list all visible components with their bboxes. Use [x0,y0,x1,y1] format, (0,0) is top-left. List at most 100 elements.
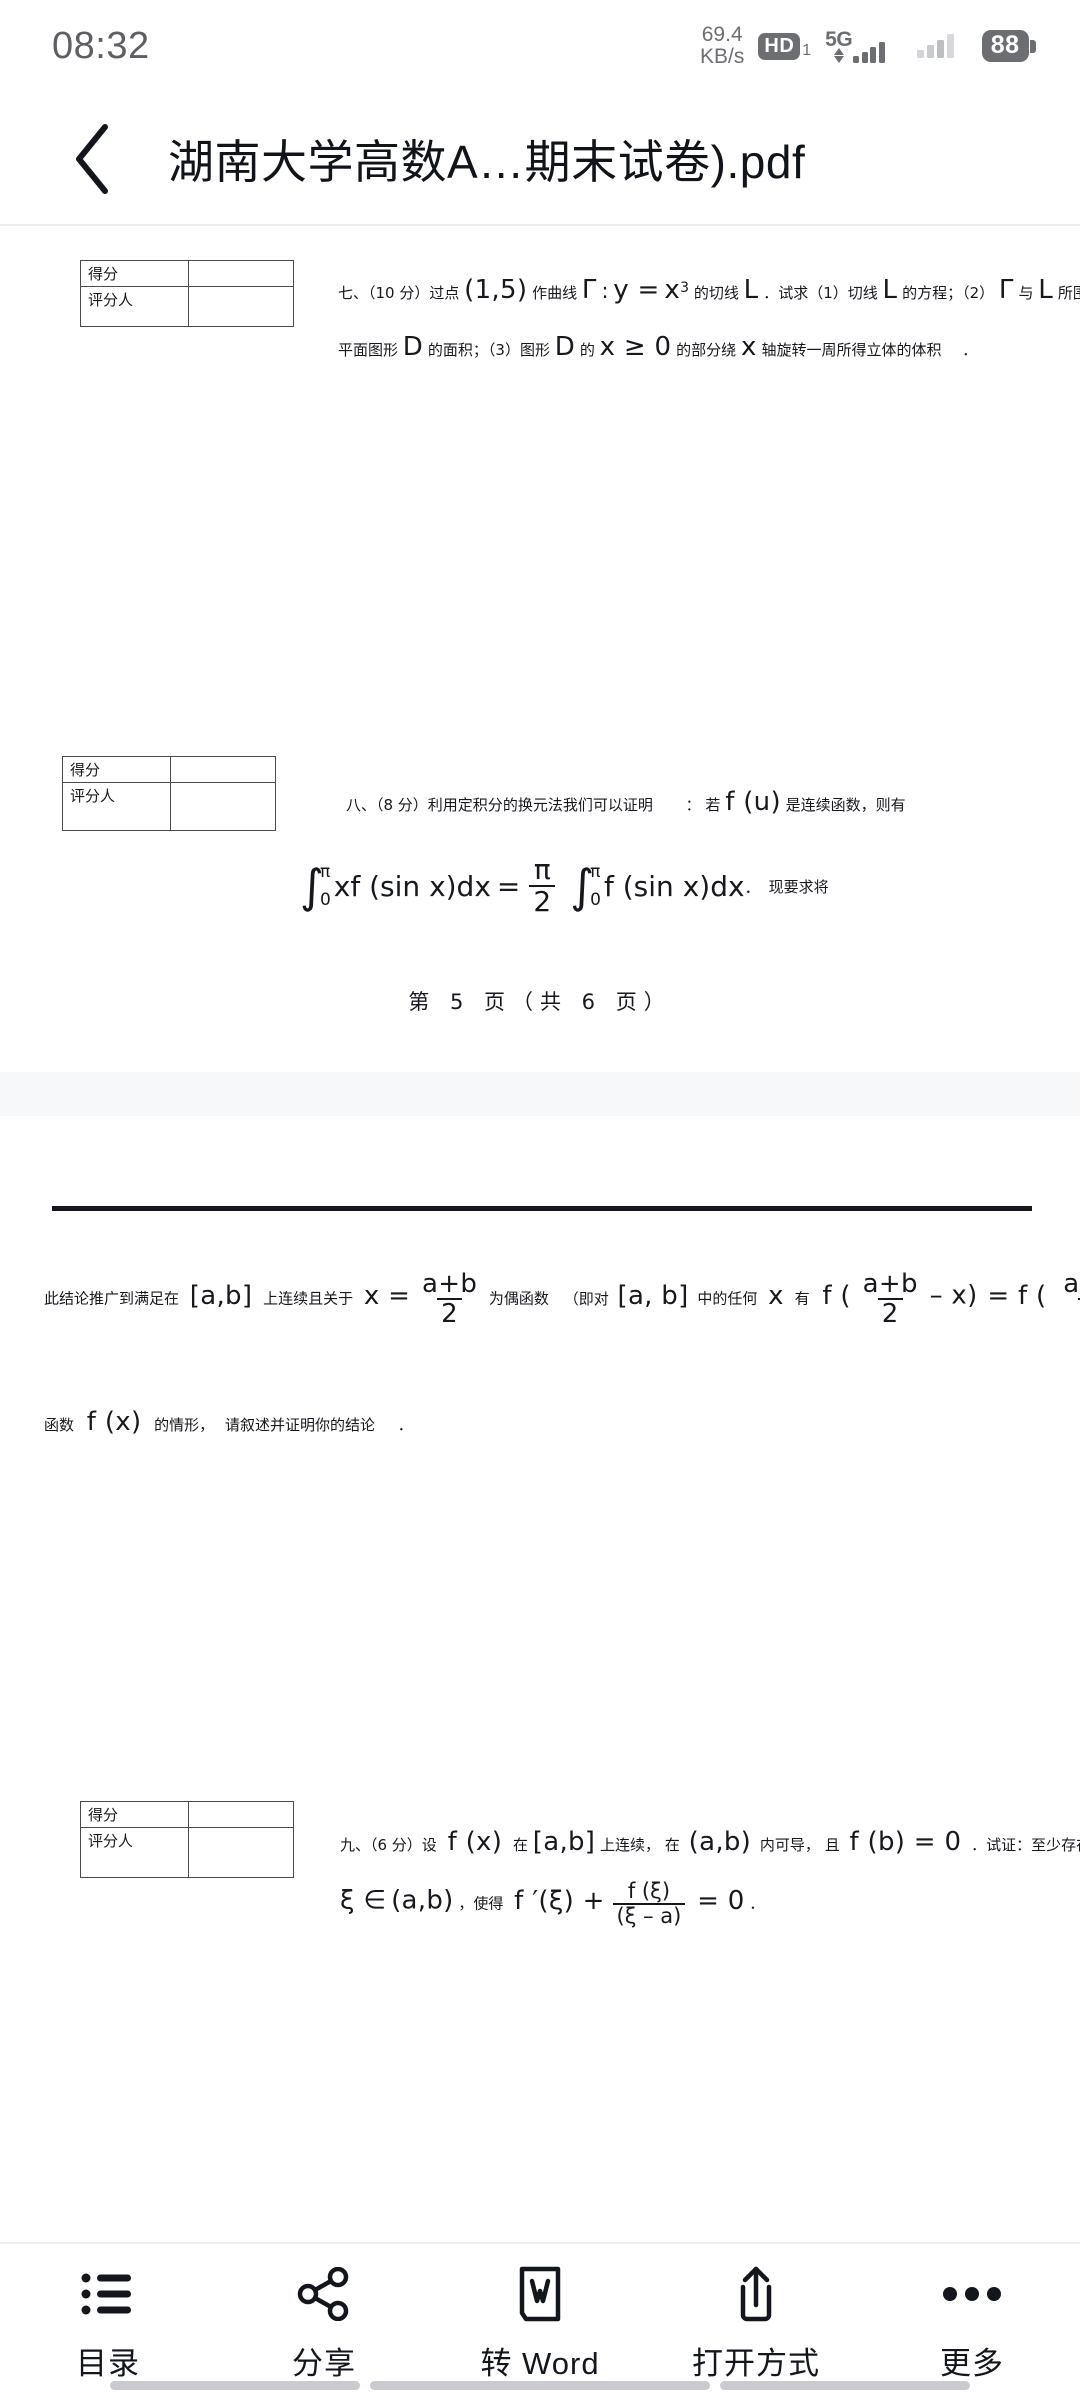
list-icon [81,2266,135,2322]
pl2-p1: 函数 [44,1416,75,1434]
toolbar-label-to-word: 转 Word [480,2346,600,2381]
toolbar-label-more: 更多 [940,2346,1004,2381]
pl1-frac-numerator: a+b [422,1269,478,1299]
q8-ruo: 若 [705,796,721,814]
q8-function-fu: f (u) [725,787,781,817]
score-label: 得分 [80,260,189,287]
table-row: 得分 [80,1801,294,1828]
pl1-var-x: x [768,1280,784,1311]
pl1-fraction: a+b 2 [418,1271,481,1327]
q9-fx: f (x) [447,1827,503,1857]
pl1-interval-2: [a, b] [617,1280,689,1311]
toolbar-item-catalog[interactable]: 目录 [8,2266,208,2383]
q7-colon: : [601,279,609,303]
battery-icon: 88 [981,29,1036,63]
q7-point: (1,5) [464,275,528,305]
toolbar-label-catalog: 目录 [76,2346,140,2381]
navigation-gesture-bar[interactable] [0,2381,1080,2390]
grader-label: 评分人 [62,782,171,831]
battery-tip [1030,39,1036,53]
pl1-p4: （即对 [563,1289,609,1308]
status-bar: 08:32 69.4 KB/s HD 1 5G 88 [0,0,1080,92]
toolbar-item-to-word[interactable]: 转 Word [440,2266,640,2383]
arrow-up-icon [833,48,844,55]
q7-curve-x: x [664,275,681,305]
score-value [170,756,276,783]
grader-label: 评分人 [80,286,189,327]
q7l2-D-1: D [402,332,424,362]
share-icon [297,2266,351,2322]
pl2-period: ． [397,1416,413,1434]
score-value [188,260,294,287]
grader-value [188,286,294,327]
q9-zai-1: 在 [512,1836,528,1854]
integral-1-body: xf (sin x)dx [333,869,491,903]
page-separator [0,1072,1080,1116]
integral-1-upper: π [319,862,331,882]
q7l2-axis: x [740,332,757,362]
score-label: 得分 [62,756,171,783]
pdf-viewer[interactable]: 得分 评分人 七、（10 分）过点 (1,5) 作曲线 Γ : y = x3 的… [0,226,1080,2242]
score-table: 得分 评分人 [80,1801,294,1878]
q9-fb: f (b) = 0 [849,1827,962,1857]
q9-equals-zero: = 0 [697,1885,745,1916]
pl1-p3: 为偶函数 [488,1289,549,1308]
gesture-segment-center[interactable] [370,2381,710,2390]
network-speed-value: 69.4 [701,23,743,47]
page-title: 湖南大学高数A…期末试卷).pdf [168,135,806,188]
chevron-left-icon [76,123,108,194]
gesture-segment-right[interactable] [720,2381,970,2390]
q7l2-suffix: 轴旋转一周所得立体的体积 [761,341,942,359]
pl1-f-open: f ( [822,1280,851,1311]
question-8-formula: ∫ π 0 xf (sin x)dx = π 2 ∫ π 0 f (sin x)… [300,856,829,916]
score-table: 得分 评分人 [62,756,276,831]
q9-interval-closed: [a,b] [532,1827,596,1857]
q7-L-3: L [1038,275,1054,305]
toolbar-item-open-with[interactable]: 打开方式 [656,2266,856,2383]
q9-f-prime: f ′(ξ) + [514,1885,605,1916]
signal-bar-3 [870,47,877,63]
q7l2-mid3: 的部分绕 [676,341,737,359]
question-7-line-1: 七、（10 分）过点 (1,5) 作曲线 Γ : y = x3 的切线 L ．试… [338,276,1080,305]
word-document-icon [517,2266,563,2322]
q7l2-mid2: 的 [579,341,595,359]
battery-level-label: 88 [981,29,1029,63]
question-9-line-1: 九、（6 分）设 f (x) 在 [a,b] 上连续， 在 (a,b) 内可导，… [340,1828,1080,1857]
integral-2-limits: π 0 [590,862,601,910]
toolbar-label-open-with: 打开方式 [692,2346,820,2381]
hd-badge-label: HD [758,32,801,60]
pl1-p2: 上连续且关于 [263,1289,354,1308]
q7-mid3: ．试求（1）切线 [763,284,878,302]
q7-mid2: 的切线 [693,284,739,302]
toolbar-item-more[interactable]: 更多 [872,2266,1072,2383]
question-8-line-1: 八、（8 分）利用定积分的换元法我们可以证明 ： 若 f (u) 是连续函数，则… [346,788,906,817]
q9-interval-open-2: (a,b) [391,1885,454,1916]
app-header: 湖南大学高数A…期末试卷).pdf [0,92,1080,225]
grader-value [170,782,276,831]
pdf-page-5: 得分 评分人 七、（10 分）过点 (1,5) 作曲线 Γ : y = x3 的… [0,226,1080,1072]
score-table: 得分 评分人 [80,260,294,327]
q8-text: 八、（8 分）利用定积分的换元法我们可以证明 [346,796,653,814]
q7-suffix: 所围 [1057,284,1080,302]
q7-L-1: L [743,275,759,305]
toolbar-item-share[interactable]: 分享 [224,2266,424,2383]
q7-gamma: Γ [581,275,597,305]
table-row: 评分人 [80,286,294,327]
pl1-p6: 有 [794,1289,810,1308]
score-label: 得分 [80,1801,189,1828]
bottom-toolbar: 目录 分享 转 Word 打开方式 更多 [0,2242,1080,2400]
gesture-segment-left[interactable] [110,2381,360,2390]
pl2-p2: 的情形， [154,1416,215,1434]
grader-label: 评分人 [80,1827,189,1878]
pl1-f1-fraction: a+b 2 [859,1271,922,1327]
signal-bar-4 [878,42,885,63]
signal-bar-1 [853,56,860,63]
status-bar-clock: 08:32 [52,24,150,67]
q7l2-mid1: 的面积；（3）图形 [427,341,550,359]
pl1-f1-denominator: 2 [877,1298,903,1327]
table-row: 评分人 [80,1827,294,1878]
q7-curve-exponent: 3 [680,280,690,296]
back-button[interactable] [38,105,146,213]
network-type-column: 5G [825,29,853,63]
paragraph-line-2: 函数 f (x) 的情形， 请叙述并证明你的结论 ． [44,1408,413,1437]
